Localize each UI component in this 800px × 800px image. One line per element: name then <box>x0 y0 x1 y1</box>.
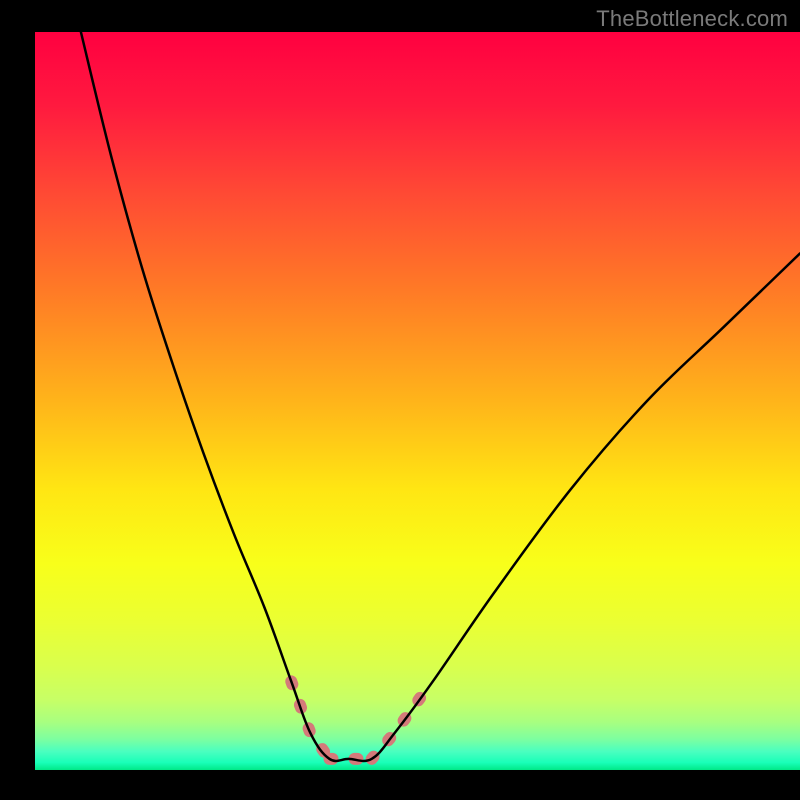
plot-background <box>35 32 800 770</box>
watermark-text: TheBottleneck.com <box>596 6 788 32</box>
chart-stage: TheBottleneck.com <box>0 0 800 800</box>
bottleneck-chart <box>0 0 800 800</box>
